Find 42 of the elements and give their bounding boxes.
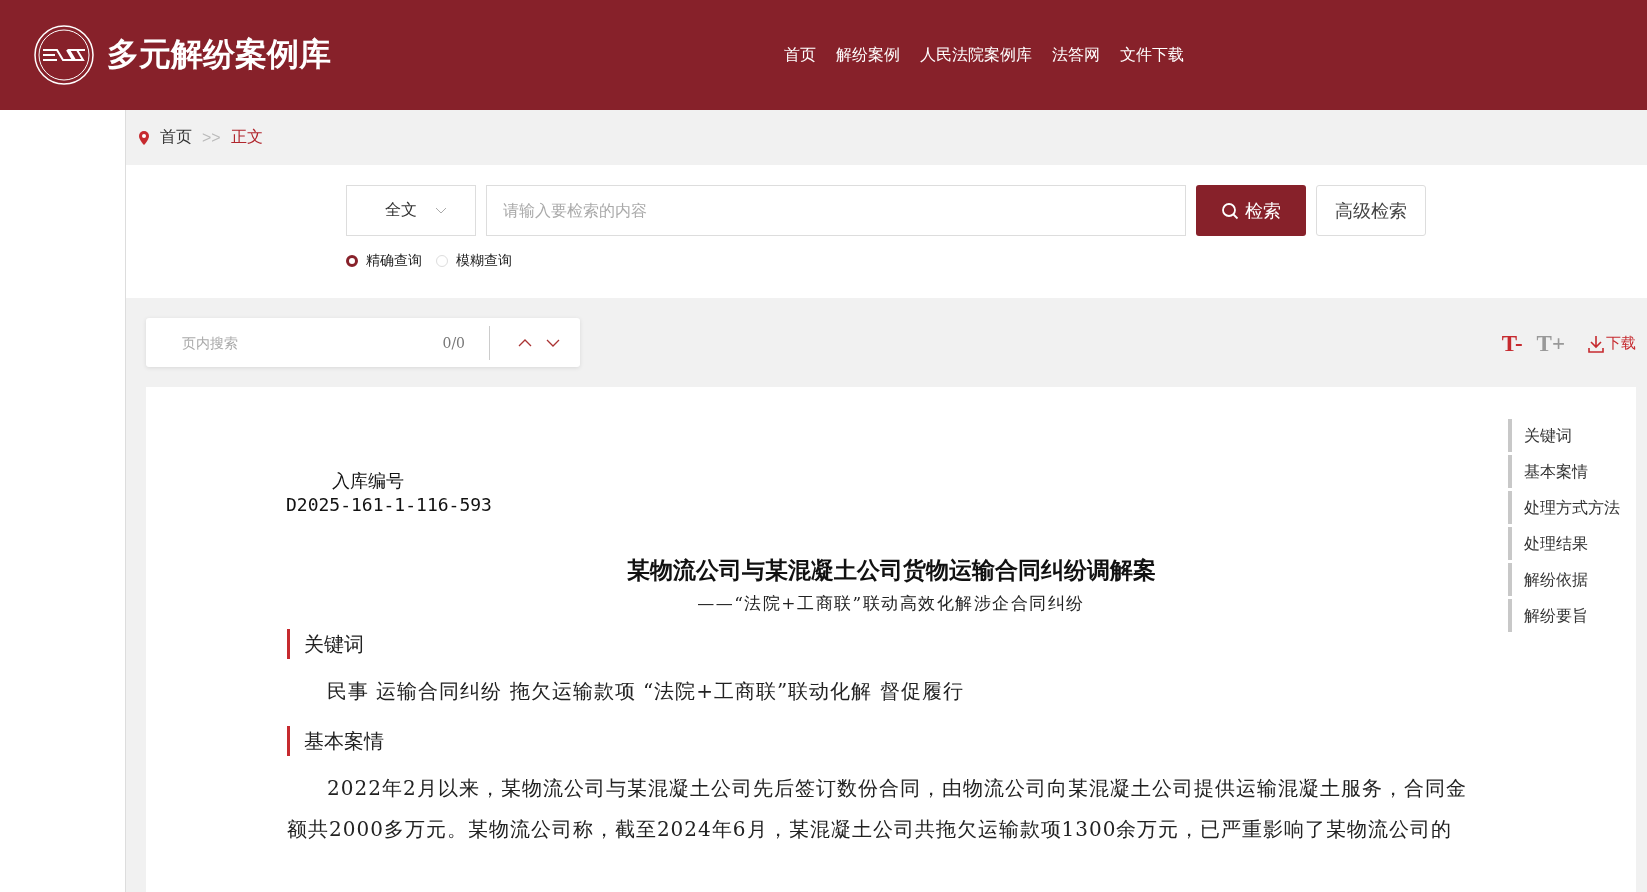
toc-link[interactable]: 关键词: [1508, 419, 1626, 452]
logo-icon: [33, 24, 95, 86]
radio-label[interactable]: 精确查询: [366, 252, 422, 270]
toc-link[interactable]: 解纷依据: [1508, 563, 1626, 596]
page-search-field[interactable]: 页内搜索: [146, 333, 443, 352]
toc-link[interactable]: 解纷要旨: [1508, 599, 1626, 632]
radio-button[interactable]: [346, 255, 358, 267]
search-field[interactable]: 请输入要检索的内容: [486, 185, 1186, 236]
search-button[interactable]: 检索: [1196, 185, 1306, 236]
download-icon: [1587, 335, 1605, 353]
toc-link[interactable]: 基本案情: [1508, 455, 1626, 488]
scope-dropdown[interactable]: 全文: [346, 185, 476, 236]
location-pin-icon: [138, 130, 150, 145]
toc-link[interactable]: 处理结果: [1508, 527, 1626, 560]
section-heading: 关键词: [287, 629, 1480, 659]
font-size-button[interactable]: T-: [1501, 330, 1523, 357]
match-count: 0/0: [442, 325, 490, 360]
chevron-down-icon: [435, 206, 447, 215]
site-title: 多元解纷案例库: [107, 35, 331, 74]
toc-link[interactable]: 处理方式方法: [1508, 491, 1626, 524]
nav-link[interactable]: 文件下载: [1120, 44, 1184, 66]
nav-link[interactable]: 首页: [784, 44, 816, 66]
nav-link[interactable]: 法答网: [1052, 44, 1100, 66]
case-subtitle: ——“法院+工商联”联动高效化解涉企合同纠纷: [697, 592, 1085, 615]
chevron-up-icon[interactable]: [518, 338, 532, 347]
case-title: 某物流公司与某混凝土公司货物运输合同纠纷调解案: [626, 555, 1156, 585]
breadcrumb-link[interactable]: 正文: [230, 127, 263, 148]
nav-link[interactable]: 解纷案例: [836, 44, 900, 66]
page-search-bar[interactable]: 页内搜索 0/0: [146, 318, 580, 367]
search-icon: [1221, 201, 1239, 220]
breadcrumb-link[interactable]: 首页: [160, 127, 192, 148]
record-number: D2025-161-1-116-593: [286, 493, 492, 517]
chevron-down-icon[interactable]: [546, 338, 560, 347]
nav-link[interactable]: 人民法院案例库: [920, 44, 1032, 66]
radio-label[interactable]: 模糊查询: [456, 252, 512, 270]
section-paragraph: 2022年2月以来，某物流公司与某混凝土公司先后签订数份合同，由物流公司向某混凝土公司提供运输混凝土服务，合同金额共2000多万元。某物流公司称，截至2024年6月，某混凝土公司共拖欠运输款项1300余万元，已严重影响了某物流公司的: [287, 775, 1468, 843]
section-paragraph: 民事 运输合同纠纷 拖欠运输款项 “法院+工商联”联动化解 督促履行: [326, 678, 965, 705]
section-heading: 基本案情: [287, 726, 1480, 756]
advanced-search-button[interactable]: 高级检索: [1316, 185, 1426, 236]
record-label: 入库编号: [331, 469, 405, 493]
download-button[interactable]: 下载: [1579, 334, 1636, 353]
breadcrumb-separator: >>: [202, 128, 221, 147]
